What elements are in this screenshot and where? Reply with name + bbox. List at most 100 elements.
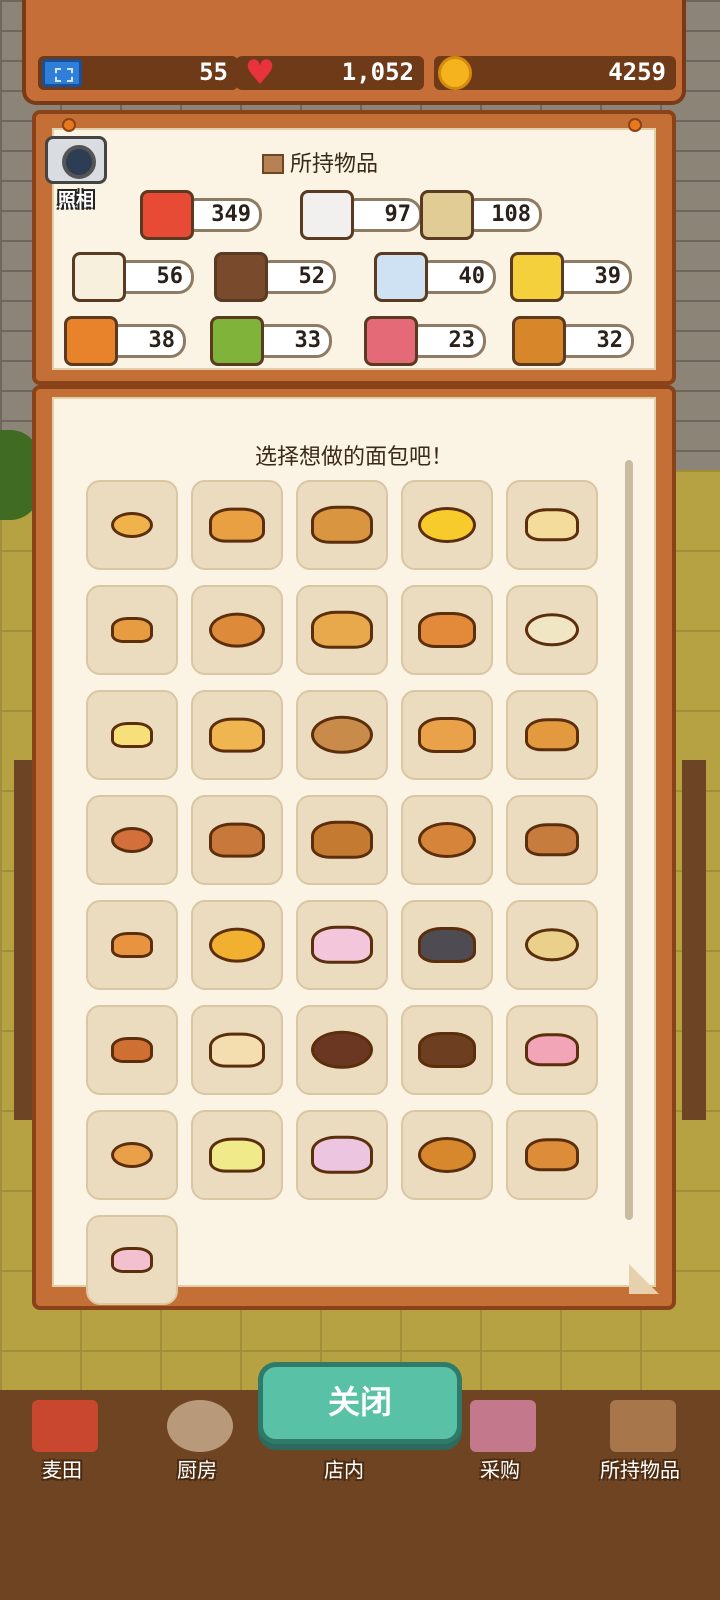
- bread-icon: [311, 820, 373, 860]
- box-icon: [262, 154, 284, 174]
- bread-option[interactable]: [86, 1110, 178, 1200]
- bread-option[interactable]: [191, 900, 283, 990]
- bread-option[interactable]: [86, 1005, 178, 1095]
- inventory-item-spices: 32: [512, 316, 642, 366]
- bread-option[interactable]: [191, 1110, 283, 1200]
- bread-option[interactable]: [296, 480, 388, 570]
- bread-icon: [111, 721, 153, 749]
- milk-bottle-icon: [300, 190, 354, 240]
- bread-option[interactable]: [296, 690, 388, 780]
- nav-shop[interactable]: 店内: [284, 1400, 404, 1482]
- vegetable-basket-icon: [210, 316, 264, 366]
- bread-icon: [111, 1036, 153, 1064]
- nav-wheat-field[interactable]: 麦田: [2, 1400, 122, 1482]
- bread-option[interactable]: [506, 1110, 598, 1200]
- bread-icon: [418, 1137, 476, 1173]
- bread-scrollbar[interactable]: [625, 460, 633, 1220]
- nav-purchase[interactable]: 采购: [440, 1400, 560, 1482]
- bread-option[interactable]: [506, 690, 598, 780]
- bread-option[interactable]: [296, 585, 388, 675]
- bread-option[interactable]: [506, 585, 598, 675]
- heart-value: 1,052: [341, 58, 414, 86]
- ticket-icon: [42, 59, 82, 87]
- bread-icon: [418, 612, 476, 648]
- nav-inventory[interactable]: 所持物品: [580, 1400, 700, 1482]
- bread-icon: [311, 1030, 373, 1070]
- bread-prompt: 选择想做的面包吧！: [254, 445, 453, 470]
- bread-option[interactable]: [401, 795, 493, 885]
- nav-kitchen[interactable]: 厨房: [137, 1400, 257, 1482]
- inventory-title: 所持物品: [262, 146, 378, 178]
- bread-icon: [525, 508, 579, 542]
- bread-option[interactable]: [191, 795, 283, 885]
- coin-icon: [438, 56, 472, 90]
- inventory-item-milk-bottle: 97: [300, 190, 430, 240]
- bread-option[interactable]: [401, 1005, 493, 1095]
- nav-label: 店内: [324, 1458, 364, 1482]
- box-icon: [610, 1400, 676, 1452]
- bread-icon: [525, 928, 579, 962]
- inventory-item-butter-block: 108: [420, 190, 550, 240]
- bread-option[interactable]: [506, 480, 598, 570]
- bread-icon: [311, 505, 373, 545]
- bread-option[interactable]: [296, 795, 388, 885]
- sugar-jar-icon: [72, 252, 126, 302]
- bread-option[interactable]: [296, 1005, 388, 1095]
- bread-icon: [209, 507, 265, 543]
- bread-icon: [418, 1032, 476, 1068]
- pin-icon: [62, 118, 76, 132]
- bread-option[interactable]: [401, 900, 493, 990]
- bread-icon: [209, 927, 265, 963]
- bread-icon: [111, 616, 153, 644]
- bread-icon: [209, 1032, 265, 1068]
- inventory-item-fruit-basket: 38: [64, 316, 194, 366]
- bread-option[interactable]: [506, 795, 598, 885]
- bread-icon: [111, 931, 153, 959]
- inventory-item-salt-pile: 40: [374, 252, 504, 302]
- bread-option[interactable]: [86, 795, 178, 885]
- bread-icon: [418, 822, 476, 858]
- bread-option[interactable]: [191, 480, 283, 570]
- bread-option[interactable]: [401, 690, 493, 780]
- inventory-item-sugar-jar: 56: [72, 252, 202, 302]
- salt-pile-icon: [374, 252, 428, 302]
- status-bar: 55 ♥ 1,052 4259: [22, 0, 686, 105]
- bread-icon: [525, 1033, 579, 1067]
- bread-option[interactable]: [296, 900, 388, 990]
- inventory-item-chocolate-bar: 52: [214, 252, 344, 302]
- bread-icon: [311, 610, 373, 650]
- bread-option[interactable]: [401, 585, 493, 675]
- bread-option[interactable]: [401, 1110, 493, 1200]
- bread-icon: [209, 822, 265, 858]
- bread-option[interactable]: [191, 585, 283, 675]
- bread-icon: [525, 823, 579, 857]
- bread-icon: [111, 826, 153, 854]
- bread-option[interactable]: [86, 480, 178, 570]
- bread-option[interactable]: [506, 1005, 598, 1095]
- bread-option[interactable]: [86, 585, 178, 675]
- bread-icon: [525, 1138, 579, 1172]
- bread-option[interactable]: [506, 900, 598, 990]
- bread-option[interactable]: [86, 1215, 178, 1305]
- bread-option[interactable]: [296, 1110, 388, 1200]
- flour-bag-icon: [140, 190, 194, 240]
- bread-option[interactable]: [191, 1005, 283, 1095]
- bread-icon: [209, 717, 265, 753]
- background-counter-right: [682, 760, 706, 1120]
- nav-label: 所持物品: [600, 1458, 680, 1482]
- bread-option[interactable]: [401, 480, 493, 570]
- meat-icon: [364, 316, 418, 366]
- camera-label: 照相: [58, 190, 94, 211]
- bread-icon: [418, 717, 476, 753]
- bread-option[interactable]: [191, 690, 283, 780]
- bread-icon: [418, 507, 476, 543]
- camera-button[interactable]: 照相: [42, 136, 110, 226]
- bread-option[interactable]: [86, 690, 178, 780]
- bread-option[interactable]: [86, 900, 178, 990]
- camera-icon: [45, 136, 107, 184]
- bread-icon: [525, 718, 579, 752]
- chocolate-bar-icon: [214, 252, 268, 302]
- bread-icon: [311, 1135, 373, 1175]
- nav-label: 厨房: [177, 1458, 217, 1482]
- coin-value: 4259: [608, 58, 666, 86]
